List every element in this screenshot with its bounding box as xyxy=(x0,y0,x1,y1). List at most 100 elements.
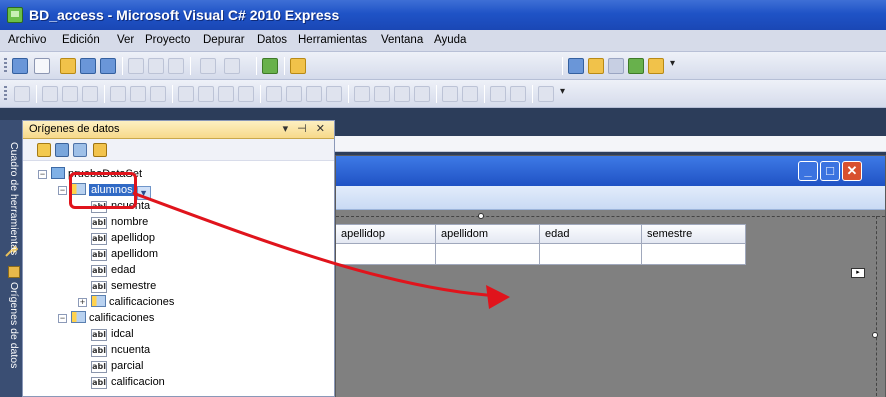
menu-ver[interactable]: Ver xyxy=(117,34,134,46)
resize-handle[interactable] xyxy=(872,332,878,338)
tree-node-field[interactable]: abl parcial xyxy=(91,358,143,374)
form-designer[interactable]: _ □ ✕ ▸ apellidop apellidom edad semestr… xyxy=(335,155,886,397)
grid-column-header[interactable]: apellidop xyxy=(336,224,436,244)
form-title-bar[interactable]: _ □ ✕ xyxy=(336,156,885,186)
menu-ventana[interactable]: Ventana xyxy=(381,34,423,46)
align-center-icon[interactable] xyxy=(62,86,78,102)
find-icon[interactable] xyxy=(290,58,306,74)
toolbar-overflow-icon[interactable]: ▾ xyxy=(670,58,675,69)
grid-column-header[interactable]: semestre xyxy=(642,224,746,244)
align-middle-icon[interactable] xyxy=(130,86,146,102)
size-to-grid-icon[interactable] xyxy=(238,86,254,102)
start-page-icon[interactable] xyxy=(628,58,644,74)
toolbar-overflow-icon[interactable]: ▾ xyxy=(560,86,565,97)
grid-cell[interactable] xyxy=(436,244,540,265)
bring-front-icon[interactable] xyxy=(490,86,506,102)
add-datasource-icon[interactable] xyxy=(37,143,51,157)
grid-cell[interactable] xyxy=(642,244,746,265)
vspacing-decrease-icon[interactable] xyxy=(394,86,410,102)
toolbar-grip[interactable] xyxy=(4,86,7,102)
same-height-icon[interactable] xyxy=(198,86,214,102)
tree-node-field[interactable]: abl idcal xyxy=(91,326,134,342)
binding-navigator[interactable] xyxy=(336,186,885,210)
textbox-field-icon: abl xyxy=(91,281,107,293)
smart-tag-icon[interactable]: ▸ xyxy=(851,268,865,278)
grid-column-header[interactable]: edad xyxy=(540,224,642,244)
copy-icon[interactable] xyxy=(148,58,164,74)
toolbox-side-tab[interactable]: Cuadro de herramientas xyxy=(2,142,20,255)
annotation-highlight xyxy=(69,172,137,209)
solution-explorer-icon[interactable] xyxy=(568,58,584,74)
field-label: nombre xyxy=(111,216,149,228)
close-button[interactable]: ✕ xyxy=(842,161,862,181)
menu-proyecto[interactable]: Proyecto xyxy=(145,34,190,46)
configure-dataset-icon[interactable] xyxy=(73,143,87,157)
datagridview[interactable]: ▸ apellidop apellidom edad semestre xyxy=(336,210,885,397)
hspacing-increase-icon[interactable] xyxy=(286,86,302,102)
vspacing-equal-icon[interactable] xyxy=(354,86,370,102)
align-top-icon[interactable] xyxy=(110,86,126,102)
tree-node-relation[interactable]: calificaciones xyxy=(91,294,174,310)
tree-node-field[interactable]: abl nombre xyxy=(91,214,148,230)
new-project-icon[interactable] xyxy=(12,58,28,74)
resize-handle[interactable] xyxy=(478,213,484,219)
grid-cell[interactable] xyxy=(336,244,436,265)
hspacing-equal-icon[interactable] xyxy=(266,86,282,102)
toolbar-separator xyxy=(36,85,37,103)
tree-node-field[interactable]: abl edad xyxy=(91,262,135,278)
properties-icon[interactable] xyxy=(588,58,604,74)
open-folder-icon[interactable] xyxy=(60,58,76,74)
tree-node-field[interactable]: abl calificacion xyxy=(91,374,165,390)
tree-node-field[interactable]: abl apellidom xyxy=(91,246,158,262)
save-icon[interactable] xyxy=(80,58,96,74)
add-item-icon[interactable] xyxy=(34,58,50,74)
collapse-icon[interactable]: − xyxy=(38,170,47,179)
start-debug-icon[interactable] xyxy=(262,58,278,74)
send-back-icon[interactable] xyxy=(510,86,526,102)
same-width-icon[interactable] xyxy=(178,86,194,102)
extension-icon[interactable] xyxy=(648,58,664,74)
tree-node-table-calificaciones[interactable]: calificaciones xyxy=(71,310,154,326)
panel-controls[interactable]: ▾ ⊣ ✕ xyxy=(283,122,328,135)
paste-icon[interactable] xyxy=(168,58,184,74)
toolbar-grip[interactable] xyxy=(4,58,7,74)
save-all-icon[interactable] xyxy=(100,58,116,74)
hspacing-remove-icon[interactable] xyxy=(326,86,342,102)
tree-node-field[interactable]: abl semestre xyxy=(91,278,156,294)
cut-icon[interactable] xyxy=(128,58,144,74)
center-vertical-icon[interactable] xyxy=(462,86,478,102)
maximize-button[interactable]: □ xyxy=(820,161,840,181)
same-size-icon[interactable] xyxy=(218,86,234,102)
center-horizontal-icon[interactable] xyxy=(442,86,458,102)
menu-depurar[interactable]: Depurar xyxy=(203,34,245,46)
align-right-icon[interactable] xyxy=(82,86,98,102)
collapse-icon[interactable]: − xyxy=(58,314,67,323)
vspacing-increase-icon[interactable] xyxy=(374,86,390,102)
hspacing-decrease-icon[interactable] xyxy=(306,86,322,102)
grid-cell[interactable] xyxy=(540,244,642,265)
datasources-side-tab[interactable]: Orígenes de datos xyxy=(2,266,20,368)
grid-column-header[interactable]: apellidom xyxy=(436,224,540,244)
redo-icon[interactable] xyxy=(224,58,240,74)
collapse-icon[interactable]: − xyxy=(58,186,67,195)
menu-edicion[interactable]: Edición xyxy=(62,34,100,46)
menu-datos[interactable]: Datos xyxy=(257,34,287,46)
menu-archivo[interactable]: Archivo xyxy=(8,34,46,46)
refresh-icon[interactable] xyxy=(93,143,107,157)
tree-node-field[interactable]: abl apellidop xyxy=(91,230,155,246)
vspacing-remove-icon[interactable] xyxy=(414,86,430,102)
undo-icon[interactable] xyxy=(200,58,216,74)
align-left-icon[interactable] xyxy=(42,86,58,102)
edit-dataset-icon[interactable] xyxy=(55,143,69,157)
toolbox-icon[interactable] xyxy=(608,58,624,74)
align-bottom-icon[interactable] xyxy=(150,86,166,102)
field-label: semestre xyxy=(111,280,157,292)
tree-node-field[interactable]: abl ncuenta xyxy=(91,342,150,358)
table-icon xyxy=(91,295,106,307)
menu-ayuda[interactable]: Ayuda xyxy=(434,34,466,46)
tab-order-icon[interactable] xyxy=(538,86,554,102)
minimize-button[interactable]: _ xyxy=(798,161,818,181)
menu-herramientas[interactable]: Herramientas xyxy=(298,34,367,46)
align-grid-icon[interactable] xyxy=(14,86,30,102)
expand-icon[interactable]: + xyxy=(78,298,87,307)
